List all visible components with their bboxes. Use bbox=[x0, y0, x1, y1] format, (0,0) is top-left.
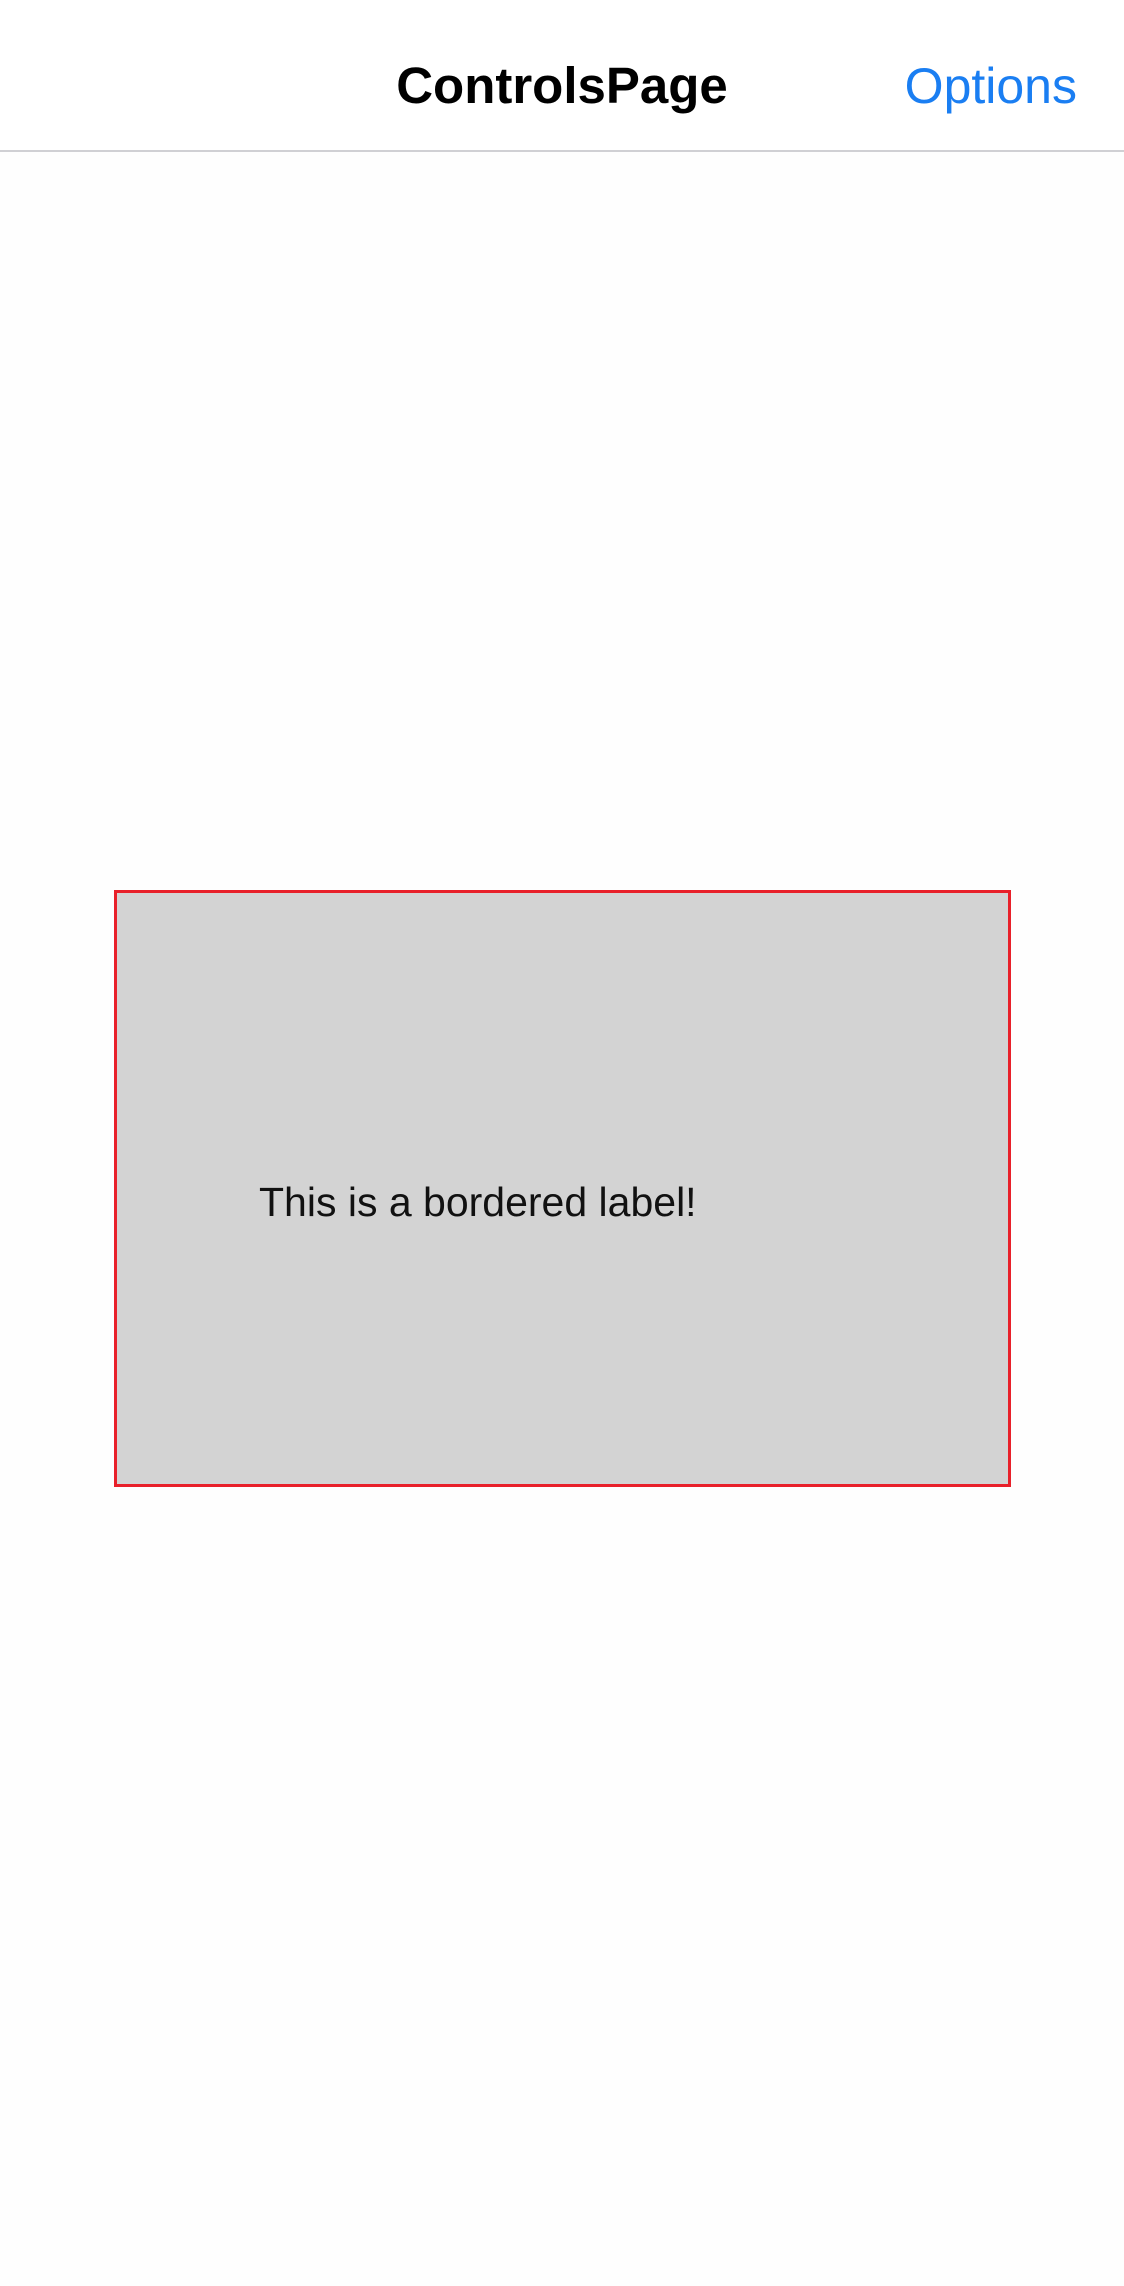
bordered-label: This is a bordered label! bbox=[259, 1179, 697, 1225]
options-button[interactable]: Options bbox=[905, 56, 1077, 116]
page-content: This is a bordered label! bbox=[0, 152, 1124, 2286]
navigation-bar: ControlsPage Options bbox=[0, 0, 1124, 152]
bordered-label-frame: This is a bordered label! bbox=[114, 890, 1011, 1487]
